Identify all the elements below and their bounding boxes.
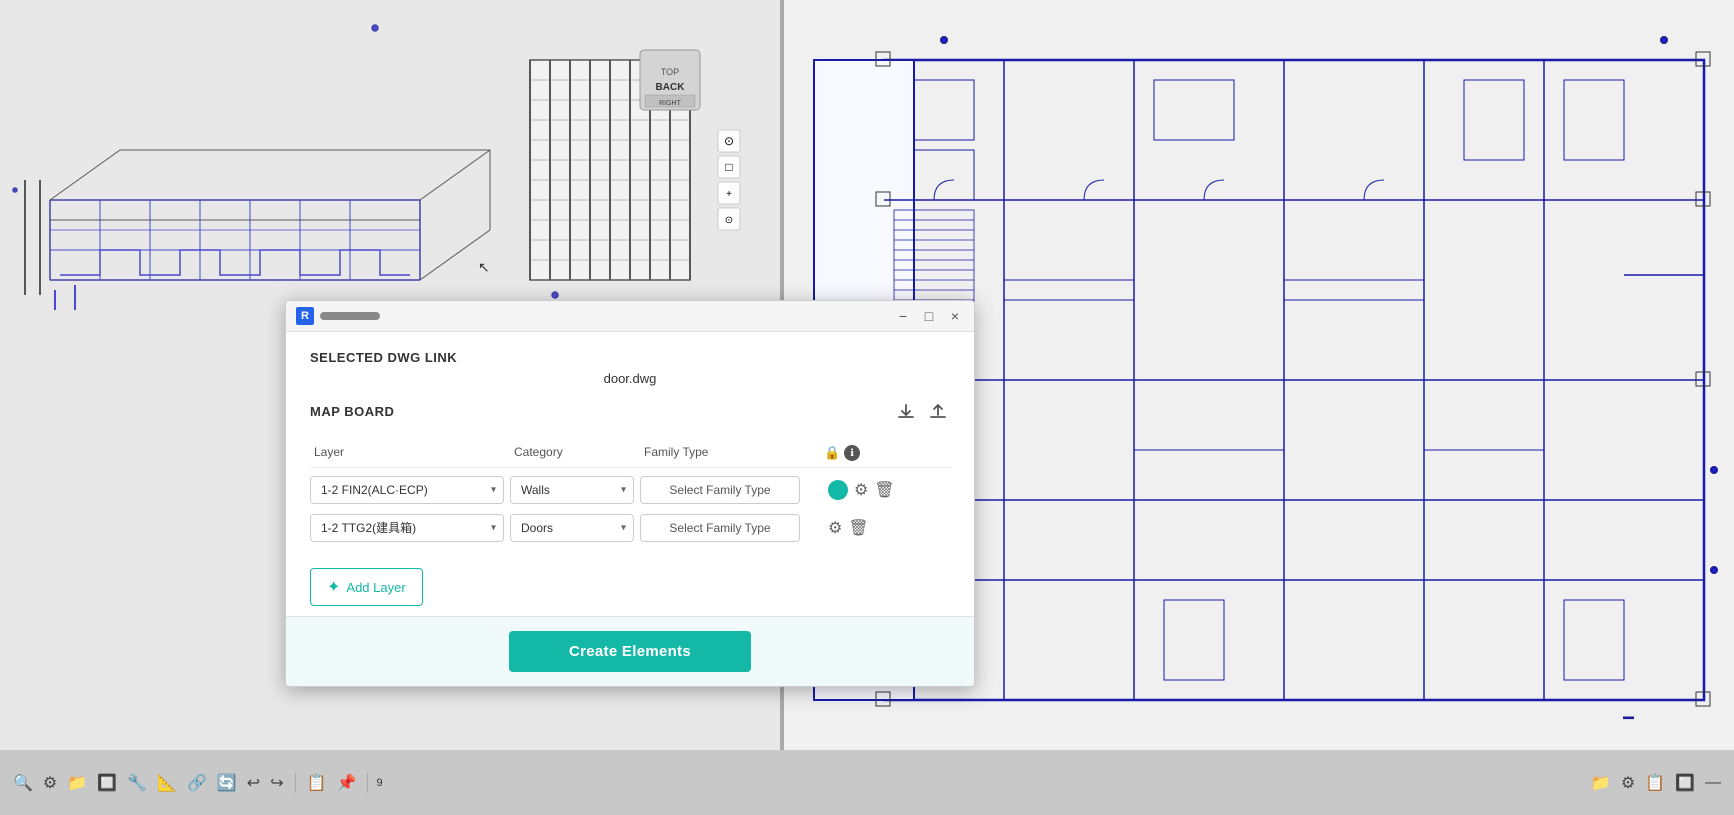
header-family-type: Family Type [640,443,820,463]
svg-text:BACK: BACK [656,82,686,93]
bottom-toolbar: 🔍 ⚙ 📁 🔲 🔧 📐 🔗 🔄 ↩ ↪ 📋 📌 9 📁 ⚙ 📋 🔲 — [0,750,1734,815]
toolbar-icon-7[interactable]: 🔗 [184,771,210,795]
toolbar-right-icon-3[interactable]: 📋 [1642,771,1668,795]
row-actions-1: ⚙ 🗑 [820,480,900,500]
layer-select-2[interactable]: 1-2 TTG2(建具箱) [310,514,504,542]
modal-window-controls: − □ × [894,307,964,325]
map-board-actions [894,400,950,429]
table-header: Layer Category Family Type 🔒 ℹ [310,439,950,468]
header-layer: Layer [310,443,510,463]
dwg-file-name: door.dwg [310,371,950,386]
color-dot-button-1[interactable] [828,480,848,500]
header-category: Category [510,443,640,463]
modal-footer: Create Elements [286,616,974,686]
add-layer-label: Add Layer [346,580,405,595]
toolbar-right: 📁 ⚙ 📋 🔲 — [1588,771,1724,795]
maximize-button[interactable]: □ [920,307,938,325]
category-select-wrapper-2: Doors ▾ [510,514,634,542]
toolbar-right-icon-1[interactable]: 📁 [1588,771,1614,795]
header-actions: 🔒 ℹ [820,443,900,463]
download-button[interactable] [894,400,918,429]
toolbar-separator-2 [367,773,368,793]
family-type-button-2[interactable]: Select Family Type [640,514,800,542]
titlebar-left: R [296,307,380,325]
toolbar-right-icon-5[interactable]: — [1702,772,1724,794]
family-type-button-1[interactable]: Select Family Type [640,476,800,504]
toolbar-icon-11[interactable]: 📋 [304,771,330,795]
toolbar-icon-10[interactable]: ↪ [267,771,286,795]
table-row: 1-2 TTG2(建具箱) ▾ Doors ▾ Select Family Ty… [310,514,950,542]
svg-text:TOP: TOP [661,67,679,77]
toolbar-right-icon-4[interactable]: 🔲 [1672,771,1698,795]
category-select-1[interactable]: Walls [510,476,634,504]
row-actions-2: ⚙ 🗑 [820,518,900,538]
toolbar-icon-12[interactable]: 📌 [334,771,360,795]
layer-select-1[interactable]: 1-2 FIN2(ALC·ECP) [310,476,504,504]
layer-select-wrapper-2: 1-2 TTG2(建具箱) ▾ [310,514,504,542]
toolbar-icon-4[interactable]: 🔲 [94,771,120,795]
upload-button[interactable] [926,400,950,429]
category-select-2[interactable]: Doors [510,514,634,542]
svg-text:□: □ [725,160,732,174]
create-elements-button[interactable]: Create Elements [509,631,751,672]
toolbar-separator [295,773,296,793]
map-board-header: MAP BOARD [310,400,950,429]
svg-text:+: + [726,189,732,200]
add-layer-icon: ✦ [327,577,340,597]
category-select-wrapper-1: Walls ▾ [510,476,634,504]
add-layer-section: ✦ Add Layer [310,552,950,616]
toolbar-icon-1[interactable]: 🔍 [10,771,36,795]
map-board-title: MAP BOARD [310,404,394,419]
add-layer-button[interactable]: ✦ Add Layer [310,568,423,606]
toolbar-icon-3[interactable]: 📁 [64,771,90,795]
trash-button-2[interactable]: 🗑 [848,518,868,538]
info-icon: ℹ [844,445,860,461]
svg-text:RIGHT: RIGHT [659,100,682,107]
svg-text:⊙: ⊙ [724,134,734,148]
toolbar-left: 🔍 ⚙ 📁 🔲 🔧 📐 🔗 🔄 ↩ ↪ 📋 📌 9 [10,771,1588,795]
modal-body: SELECTED DWG LINK door.dwg MAP BOARD [286,332,974,616]
table-row: 1-2 FIN2(ALC·ECP) ▾ Walls ▾ Select Famil… [310,476,950,504]
layer-select-wrapper-1: 1-2 FIN2(ALC·ECP) ▾ [310,476,504,504]
toolbar-icon-6[interactable]: 📐 [154,771,180,795]
svg-text:—: — [1624,712,1633,722]
toolbar-icon-2[interactable]: ⚙ [40,771,60,795]
lock-icon: 🔒 [824,445,840,461]
close-button[interactable]: × [946,307,964,325]
toolbar-icon-8[interactable]: 🔄 [214,771,240,795]
svg-text:⊙: ⊙ [725,215,733,226]
gear-button-1[interactable]: ⚙ [854,480,868,500]
modal-selected-dwg-link: R − □ × SELECTED DWG LINK door.dwg MAP B… [285,300,975,687]
toolbar-icon-5[interactable]: 🔧 [124,771,150,795]
toolbar-icon-9[interactable]: ↩ [244,771,263,795]
page-number: 9 [376,777,382,789]
svg-text:↖: ↖ [478,259,490,275]
revit-app-icon: R [296,307,314,325]
modal-titlebar: R − □ × [286,301,974,332]
gear-button-2[interactable]: ⚙ [828,518,842,538]
selected-dwg-link-title: SELECTED DWG LINK [310,350,950,365]
trash-button-1[interactable]: 🗑 [874,480,894,500]
modal-drag-bar[interactable] [320,312,380,320]
toolbar-right-icon-2[interactable]: ⚙ [1618,771,1638,795]
minimize-button[interactable]: − [894,307,912,325]
